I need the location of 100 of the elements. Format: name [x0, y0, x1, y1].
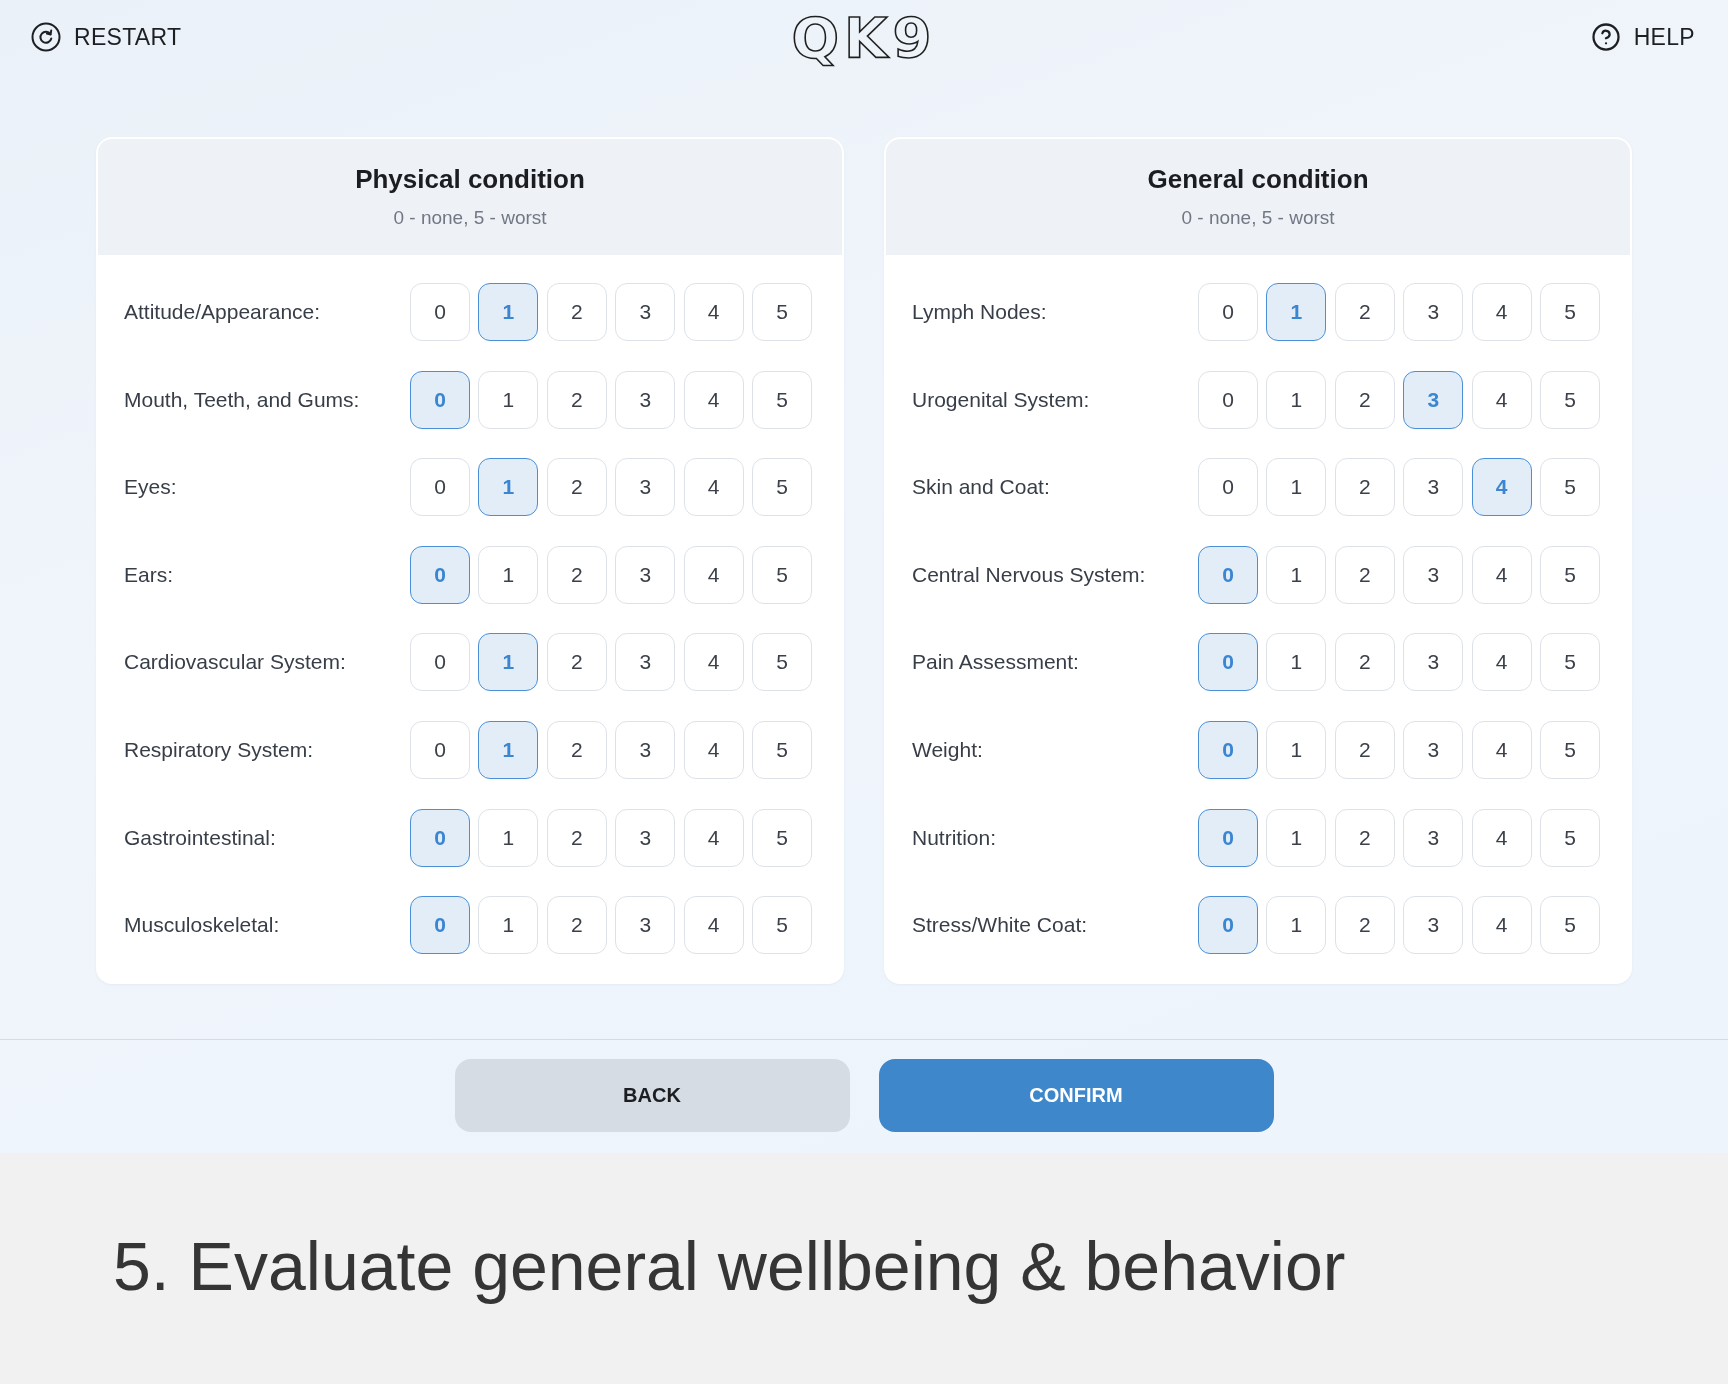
back-button[interactable]: BACK: [454, 1059, 850, 1132]
score-option[interactable]: 0: [1198, 370, 1259, 429]
score-option[interactable]: 3: [615, 545, 676, 604]
score-option[interactable]: 4: [683, 458, 744, 517]
score-option[interactable]: 2: [1334, 896, 1395, 955]
score-option[interactable]: 3: [1403, 808, 1464, 867]
score-option[interactable]: 0: [410, 458, 471, 517]
restart-link[interactable]: RESTART: [31, 20, 182, 54]
score-option[interactable]: 4: [683, 720, 744, 779]
row-label: Central Nervous System:: [912, 562, 1147, 587]
score-option[interactable]: 4: [683, 545, 744, 604]
score-option[interactable]: 5: [1540, 458, 1600, 517]
confirm-button[interactable]: CONFIRM: [878, 1059, 1274, 1132]
score-option[interactable]: 2: [1334, 370, 1395, 429]
score-option[interactable]: 5: [752, 458, 812, 517]
row-label: Weight:: [912, 737, 984, 762]
score-option[interactable]: 2: [546, 633, 607, 692]
score-option[interactable]: 2: [1334, 283, 1395, 341]
score-option[interactable]: 5: [752, 720, 812, 779]
score-option[interactable]: 4: [1471, 283, 1532, 341]
score-option[interactable]: 0: [1198, 283, 1259, 341]
score-option[interactable]: 2: [1334, 458, 1395, 517]
score-option[interactable]: 5: [1540, 808, 1600, 867]
score-option[interactable]: 5: [1540, 720, 1600, 779]
score-option[interactable]: 4: [683, 370, 744, 429]
row-label: Urogenital System:: [912, 387, 1091, 412]
score-option[interactable]: 5: [1540, 896, 1600, 955]
score-option[interactable]: 2: [546, 370, 607, 429]
score-option[interactable]: 4: [683, 896, 744, 955]
score-option[interactable]: 3: [1403, 896, 1464, 955]
score-option[interactable]: 2: [546, 896, 607, 955]
row-label: Musculoskeletal:: [124, 913, 281, 938]
score-option[interactable]: 1: [478, 370, 539, 429]
score-option[interactable]: 3: [615, 370, 676, 429]
row-label: Ears:: [124, 562, 174, 587]
score-option[interactable]: 4: [683, 283, 744, 341]
row-label: Attitude/Appearance:: [124, 300, 322, 324]
score-option[interactable]: 1: [1266, 370, 1327, 429]
score-option[interactable]: 3: [615, 720, 676, 779]
row-label: Nutrition:: [912, 825, 998, 850]
score-option[interactable]: 0: [410, 720, 471, 779]
help-link[interactable]: HELP: [1590, 20, 1695, 54]
score-option[interactable]: 4: [1471, 370, 1532, 429]
score-option[interactable]: 1: [1266, 896, 1327, 955]
help-icon: [1590, 22, 1621, 52]
score-option[interactable]: 3: [1403, 633, 1464, 692]
score-option[interactable]: 4: [683, 808, 744, 867]
score-option[interactable]: 4: [1471, 545, 1532, 604]
score-option[interactable]: 5: [1540, 283, 1600, 341]
score-option[interactable]: 4: [1471, 633, 1532, 692]
score-option[interactable]: 5: [1540, 633, 1600, 692]
row-label: Pain Assessment:: [912, 650, 1080, 675]
score-option[interactable]: 3: [615, 283, 676, 341]
score-option[interactable]: 3: [615, 896, 676, 955]
score-option[interactable]: 0: [1198, 458, 1259, 517]
score-option[interactable]: 0: [410, 633, 471, 692]
row-label: Lymph Nodes:: [912, 300, 1048, 324]
score-option[interactable]: 2: [546, 720, 607, 779]
score-option[interactable]: 2: [546, 283, 607, 341]
score-option[interactable]: 1: [1266, 545, 1327, 604]
row-label: Gastrointestinal:: [124, 825, 277, 850]
score-option[interactable]: 3: [1403, 283, 1464, 341]
card-subtitle: 0 - none, 5 - worst: [1181, 207, 1335, 229]
score-option[interactable]: 5: [752, 633, 812, 692]
score-option[interactable]: 1: [1266, 720, 1327, 779]
score-option[interactable]: 4: [1471, 720, 1532, 779]
score-option[interactable]: 3: [1403, 458, 1464, 517]
score-option[interactable]: 3: [1403, 720, 1464, 779]
score-option[interactable]: 3: [1403, 545, 1464, 604]
score-option[interactable]: 2: [546, 545, 607, 604]
score-option[interactable]: 2: [546, 458, 607, 517]
score-option[interactable]: 5: [1540, 545, 1600, 604]
score-option[interactable]: 4: [1471, 808, 1532, 867]
score-option[interactable]: 0: [410, 283, 471, 341]
score-option[interactable]: 2: [546, 808, 607, 867]
score-option[interactable]: 1: [478, 808, 539, 867]
step-caption: 5. Evaluate general wellbeing & behavior: [113, 1226, 1346, 1306]
score-option[interactable]: 1: [1266, 458, 1327, 517]
score-option[interactable]: 5: [752, 896, 812, 955]
row-label: Cardiovascular System:: [124, 650, 347, 675]
score-option[interactable]: 3: [615, 458, 676, 517]
score-option[interactable]: 1: [1266, 808, 1327, 867]
score-option[interactable]: 4: [683, 633, 744, 692]
score-option[interactable]: 5: [752, 283, 812, 341]
card-title: General condition: [1147, 164, 1369, 195]
score-option[interactable]: 2: [1334, 545, 1395, 604]
score-option[interactable]: 5: [1540, 370, 1600, 429]
score-option[interactable]: 5: [752, 370, 812, 429]
score-option[interactable]: 2: [1334, 808, 1395, 867]
score-option[interactable]: 3: [615, 633, 676, 692]
score-option[interactable]: 1: [1266, 633, 1327, 692]
score-option[interactable]: 5: [752, 808, 812, 867]
score-option[interactable]: 1: [478, 896, 539, 955]
score-option[interactable]: 2: [1334, 720, 1395, 779]
score-option[interactable]: 2: [1334, 633, 1395, 692]
score-option[interactable]: 3: [615, 808, 676, 867]
score-option[interactable]: 1: [478, 545, 539, 604]
score-option[interactable]: 4: [1471, 896, 1532, 955]
score-option[interactable]: 5: [752, 545, 812, 604]
row-label: Mouth, Teeth, and Gums:: [124, 387, 361, 412]
